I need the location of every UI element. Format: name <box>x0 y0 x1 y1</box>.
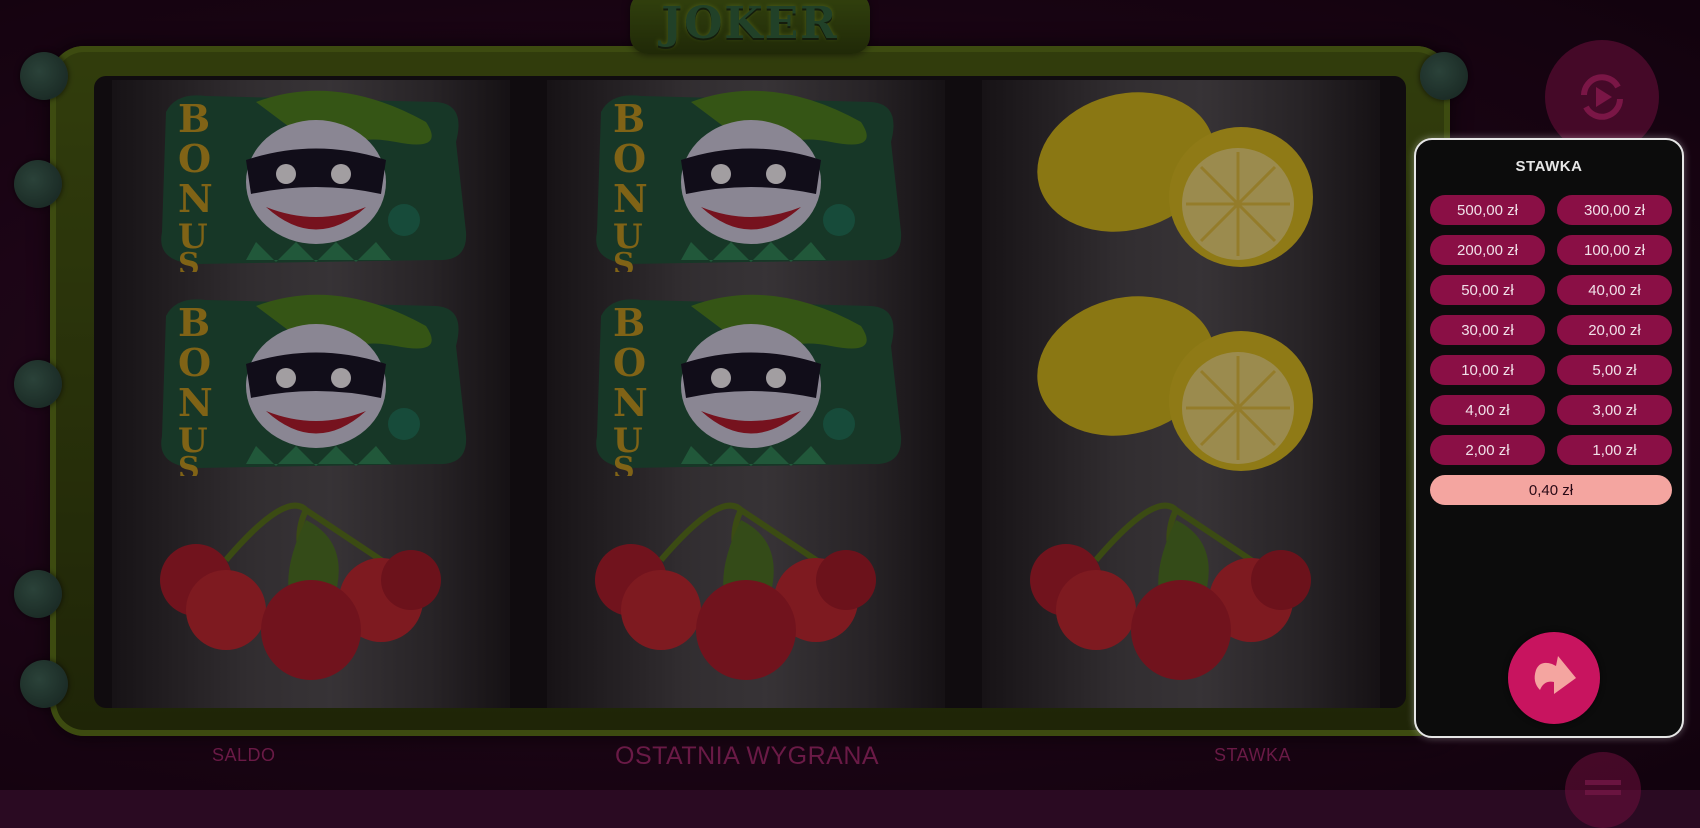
bet-options: 500,00 zł 300,00 zł 200,00 zł 100,00 zł … <box>1430 195 1672 505</box>
stake-label: STAWKA <box>1214 745 1292 765</box>
bet-option-selected[interactable]: 0,40 zł <box>1430 475 1672 505</box>
bet-option[interactable]: 100,00 zł <box>1557 235 1672 265</box>
bet-option[interactable]: 200,00 zł <box>1430 235 1545 265</box>
bet-option[interactable]: 5,00 zł <box>1557 355 1672 385</box>
bet-option[interactable]: 1,00 zł <box>1557 435 1672 465</box>
bet-option[interactable]: 4,00 zł <box>1430 395 1545 425</box>
menu-icon <box>1585 780 1621 795</box>
game-stage: JOKER B O N U S B O N U S B O N U S B O … <box>0 0 1700 828</box>
confirm-bet-button[interactable] <box>1508 632 1600 724</box>
last-win-label: OSTATNIA WYGRANA <box>615 742 880 770</box>
bet-option[interactable]: 30,00 zł <box>1430 315 1545 345</box>
bet-option[interactable]: 20,00 zł <box>1557 315 1672 345</box>
bet-option[interactable]: 2,00 zł <box>1430 435 1545 465</box>
bet-option[interactable]: 50,00 zł <box>1430 275 1545 305</box>
bet-option[interactable]: 500,00 zł <box>1430 195 1545 225</box>
arrow-right-icon <box>1534 656 1576 694</box>
bet-panel: STAWKA 500,00 zł 300,00 zł 200,00 zł 100… <box>1414 138 1684 738</box>
autoplay-button[interactable] <box>1545 40 1659 154</box>
bet-option[interactable]: 10,00 zł <box>1430 355 1545 385</box>
bet-panel-title: STAWKA <box>1515 158 1583 175</box>
bet-option[interactable]: 3,00 zł <box>1557 395 1672 425</box>
saldo-label: SALDO <box>212 745 276 765</box>
bet-option[interactable]: 40,00 zł <box>1557 275 1672 305</box>
menu-button[interactable] <box>1565 752 1641 828</box>
autoplay-icon <box>1581 74 1623 120</box>
bet-option[interactable]: 300,00 zł <box>1557 195 1672 225</box>
